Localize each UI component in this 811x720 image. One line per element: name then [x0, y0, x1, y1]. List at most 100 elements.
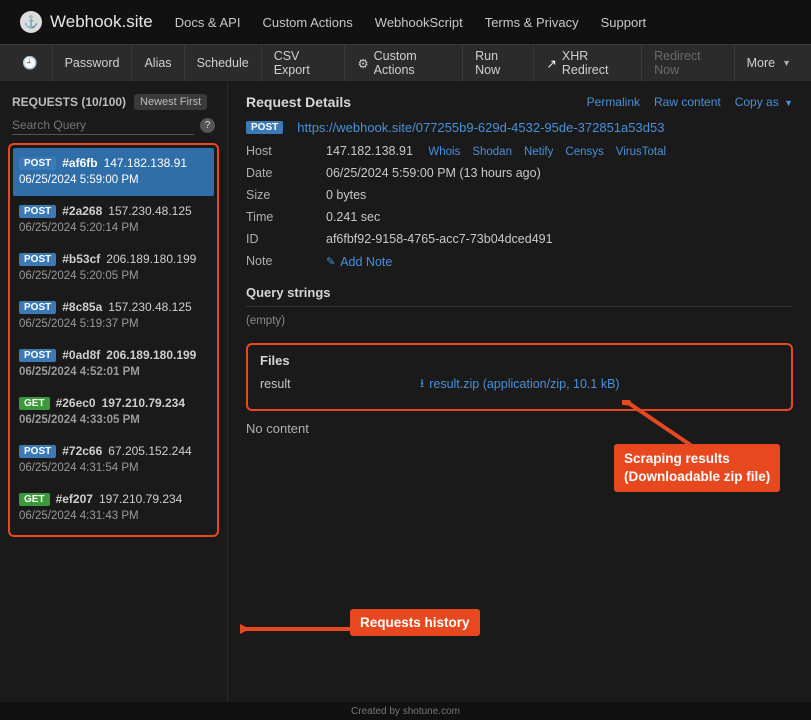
- password-button[interactable]: Password: [53, 45, 133, 81]
- request-ip: 67.205.152.244: [108, 444, 191, 458]
- search-row: ?: [8, 116, 219, 141]
- request-item[interactable]: POST #af6fb 147.182.138.91 06/25/2024 5:59:…: [13, 148, 214, 196]
- details-title: Request Details: [246, 94, 587, 110]
- nav-custom-actions[interactable]: Custom Actions: [262, 15, 352, 30]
- chevron-down-icon: ▼: [782, 58, 791, 68]
- file-field-name: result: [260, 377, 420, 391]
- footer: Created by shotune.com: [0, 702, 811, 720]
- request-timestamp: 06/25/2024 4:33:05 PM: [19, 414, 208, 426]
- request-ip: 157.230.48.125: [108, 300, 191, 314]
- main: REQUESTS (10/100) Newest First ? POST #af…: [0, 82, 811, 702]
- request-item[interactable]: POST #0ad8f 206.189.180.199 06/25/2024 4:52…: [13, 340, 214, 388]
- sidebar-header: REQUESTS (10/100) Newest First: [8, 92, 219, 116]
- chevron-down-icon: ▼: [784, 98, 793, 108]
- request-ip: 157.230.48.125: [108, 204, 191, 218]
- method-badge: POST: [246, 121, 283, 134]
- method-badge: GET: [19, 493, 50, 506]
- anchor-icon: ⚓: [20, 11, 42, 33]
- add-note-link[interactable]: ✎ Add Note: [326, 255, 392, 269]
- netify-link[interactable]: Netify: [524, 146, 553, 158]
- virustotal-link[interactable]: VirusTotal: [616, 146, 666, 158]
- nav-terms[interactable]: Terms & Privacy: [485, 15, 579, 30]
- raw-content-link[interactable]: Raw content: [654, 95, 721, 109]
- request-ip: 197.210.79.234: [99, 492, 182, 506]
- alias-button[interactable]: Alias: [132, 45, 184, 81]
- host-links: Whois Shodan Netify Censys VirusTotal: [428, 146, 666, 158]
- files-title: Files: [260, 353, 779, 368]
- note-value: ✎ Add Note: [326, 254, 793, 269]
- request-hash: #8c85a: [62, 300, 102, 314]
- request-timestamp: 06/25/2024 5:59:00 PM: [19, 174, 208, 186]
- search-input[interactable]: [12, 116, 194, 135]
- censys-link[interactable]: Censys: [565, 146, 603, 158]
- toolbar: 🕘 Password Alias Schedule CSV Export ⚙ C…: [0, 44, 811, 82]
- time-label: Time: [246, 210, 326, 224]
- request-ip: 206.189.180.199: [106, 252, 196, 266]
- request-item[interactable]: POST#72c6667.205.152.24406/25/2024 4:31:…: [13, 436, 214, 484]
- note-label: Note: [246, 254, 326, 268]
- method-badge: POST: [19, 157, 56, 170]
- xhr-redirect-button[interactable]: ↗ XHR Redirect: [534, 45, 642, 81]
- query-strings-title: Query strings: [246, 285, 793, 307]
- request-timestamp: 06/25/2024 5:20:14 PM: [19, 222, 208, 234]
- pencil-icon: ✎: [326, 255, 335, 268]
- copy-as-link[interactable]: Copy as ▼: [735, 95, 793, 109]
- size-value: 0 bytes: [326, 188, 793, 202]
- download-icon: ⭳: [420, 374, 424, 395]
- redirect-now-button[interactable]: Redirect Now: [642, 45, 735, 81]
- brand[interactable]: ⚓ Webhook.site: [20, 11, 153, 33]
- whois-link[interactable]: Whois: [428, 146, 460, 158]
- run-now-button[interactable]: Run Now: [463, 45, 534, 81]
- request-timestamp: 06/25/2024 4:52:01 PM: [19, 366, 208, 378]
- clock-button[interactable]: 🕘: [8, 45, 53, 81]
- request-hash: #ef207: [56, 492, 93, 506]
- nav-support[interactable]: Support: [601, 15, 647, 30]
- sidebar: REQUESTS (10/100) Newest First ? POST #af…: [0, 82, 228, 702]
- request-hash: #26ec0: [56, 396, 96, 410]
- request-item[interactable]: POST#8c85a157.230.48.12506/25/2024 5:19:…: [13, 292, 214, 340]
- request-item[interactable]: POST#b53cf206.189.180.19906/25/2024 5:20…: [13, 244, 214, 292]
- request-item[interactable]: GET#26ec0197.210.79.23406/25/2024 4:33:0…: [13, 388, 214, 436]
- time-value: 0.241 sec: [326, 210, 793, 224]
- file-download-link[interactable]: ⭳ result.zip (application/zip, 10.1 kB): [420, 374, 620, 395]
- no-content-label: No content: [246, 421, 793, 436]
- top-nav: ⚓ Webhook.site Docs & API Custom Actions…: [0, 0, 811, 44]
- nav-webhookscript[interactable]: WebhookScript: [375, 15, 463, 30]
- sort-toggle[interactable]: Newest First: [134, 94, 207, 110]
- url-row: POST https://webhook.site/077255b9-629d-…: [246, 120, 793, 135]
- method-badge: POST: [19, 349, 56, 362]
- request-ip: 206.189.180.199: [106, 348, 196, 362]
- more-button[interactable]: More▼: [735, 45, 803, 81]
- request-timestamp: 06/25/2024 4:31:43 PM: [19, 510, 208, 522]
- request-hash: #af6fb: [62, 156, 97, 170]
- details-table: Host 147.182.138.91 Whois Shodan Netify …: [246, 144, 793, 269]
- gear-icon: ⚙: [357, 56, 368, 71]
- date-value: 06/25/2024 5:59:00 PM (13 hours ago): [326, 166, 793, 180]
- clock-icon: 🕘: [22, 56, 38, 71]
- request-item[interactable]: POST#2a268157.230.48.12506/25/2024 5:20:…: [13, 196, 214, 244]
- request-hash: #72c66: [62, 444, 102, 458]
- details-header: Request Details Permalink Raw content Co…: [246, 94, 793, 110]
- query-strings-empty: (empty): [246, 311, 793, 329]
- permalink-link[interactable]: Permalink: [587, 95, 640, 109]
- size-label: Size: [246, 188, 326, 202]
- custom-actions-button[interactable]: ⚙ Custom Actions: [345, 45, 463, 81]
- requests-count: REQUESTS (10/100): [12, 95, 126, 109]
- shodan-link[interactable]: Shodan: [472, 146, 512, 158]
- help-icon[interactable]: ?: [200, 118, 215, 133]
- nav-docs[interactable]: Docs & API: [175, 15, 241, 30]
- request-url[interactable]: https://webhook.site/077255b9-629d-4532-…: [297, 120, 664, 135]
- request-ip: 147.182.138.91: [104, 156, 187, 170]
- date-label: Date: [246, 166, 326, 180]
- request-timestamp: 06/25/2024 4:31:54 PM: [19, 462, 208, 474]
- request-item[interactable]: GET #ef207 197.210.79.234 06/25/2024 4:31:4…: [13, 484, 214, 532]
- host-value: 147.182.138.91 Whois Shodan Netify Censy…: [326, 144, 793, 158]
- host-label: Host: [246, 144, 326, 158]
- request-timestamp: 06/25/2024 5:19:37 PM: [19, 318, 208, 330]
- request-hash: #0ad8f: [62, 348, 100, 362]
- external-link-icon: ↗: [546, 56, 556, 71]
- files-section: Files result ⭳ result.zip (application/z…: [246, 343, 793, 411]
- csv-export-button[interactable]: CSV Export: [262, 45, 346, 81]
- schedule-button[interactable]: Schedule: [185, 45, 262, 81]
- request-timestamp: 06/25/2024 5:20:05 PM: [19, 270, 208, 282]
